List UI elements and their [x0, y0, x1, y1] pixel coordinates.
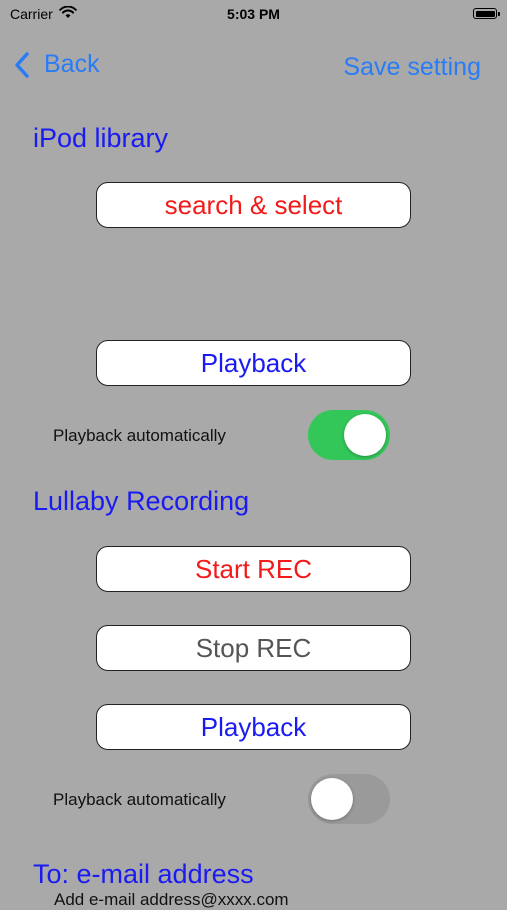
back-label: Back [44, 50, 100, 78]
email-heading: To: e-mail address [33, 859, 254, 889]
switch-knob [344, 414, 386, 456]
ipod-library-heading: iPod library [33, 123, 169, 153]
recording-playback-label: Playback [200, 711, 307, 742]
email-address-line: Add e-mail address@xxxx.com [54, 890, 289, 909]
stop-rec-button[interactable]: Stop REC [96, 625, 411, 671]
status-time: 5:03 PM [227, 6, 280, 22]
recording-playback-button[interactable]: Playback [96, 704, 411, 750]
start-rec-button[interactable]: Start REC [96, 546, 411, 592]
ipod-auto-playback-label: Playback automatically [53, 426, 226, 445]
back-button[interactable]: Back [14, 50, 100, 79]
search-select-label: search & select [164, 189, 343, 220]
lullaby-recording-heading: Lullaby Recording [33, 486, 250, 516]
chevron-left-icon [15, 51, 29, 78]
ipod-auto-playback-switch[interactable] [308, 410, 390, 460]
recording-auto-playback-label: Playback automatically [53, 790, 226, 809]
search-select-button[interactable]: search & select [96, 182, 411, 228]
ipod-playback-button[interactable]: Playback [96, 340, 411, 386]
ipod-playback-label: Playback [200, 347, 307, 378]
battery-icon [473, 8, 500, 19]
stop-rec-label: Stop REC [195, 632, 312, 663]
save-setting-button[interactable]: Save setting [343, 53, 481, 82]
recording-auto-playback-switch[interactable] [308, 774, 390, 824]
start-rec-label: Start REC [194, 553, 313, 584]
switch-knob [311, 778, 353, 820]
status-bar: Carrier 5:03 PM [0, 0, 507, 28]
